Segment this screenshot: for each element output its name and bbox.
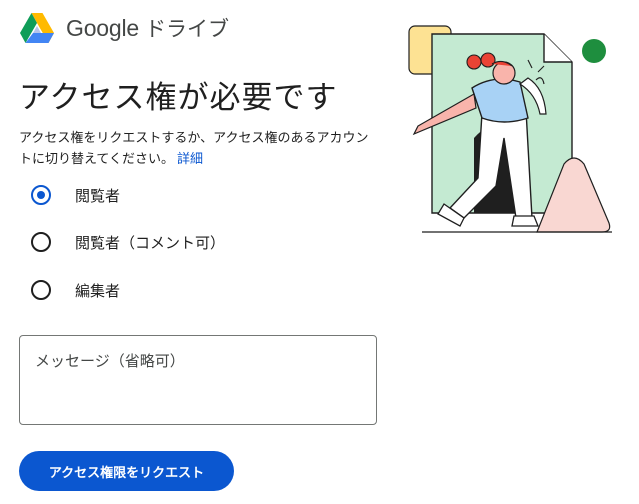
role-option-editor[interactable]: 編集者: [31, 277, 120, 303]
radio-commenter[interactable]: [31, 232, 51, 252]
role-option-commenter[interactable]: 閲覧者（コメント可）: [31, 229, 225, 255]
role-label-commenter: 閲覧者（コメント可）: [75, 233, 226, 252]
details-link[interactable]: 詳細: [177, 152, 203, 167]
page-description: アクセス権をリクエストするか、アクセス権のあるアカウントに切り替えてください。詳…: [19, 128, 379, 170]
access-request-page: Google ドライブ アクセス権が必要です アクセス権をリクエストするか、アク…: [0, 0, 639, 504]
message-input[interactable]: [19, 335, 377, 425]
radio-editor[interactable]: [31, 280, 51, 300]
google-drive-logo-icon: [20, 13, 54, 43]
brand-google-text: Google: [66, 14, 139, 41]
role-label-editor: 編集者: [75, 281, 121, 300]
role-option-viewer[interactable]: 閲覧者: [31, 182, 120, 208]
role-label-viewer: 閲覧者: [75, 186, 121, 205]
request-access-button[interactable]: アクセス権限をリクエスト: [19, 451, 234, 491]
brand-product-text: ドライブ: [144, 17, 229, 41]
person-stepping-through-document-illustration-icon: [408, 25, 612, 233]
radio-viewer[interactable]: [31, 185, 51, 205]
brand-header: Google ドライブ: [20, 12, 229, 44]
page-title: アクセス権が必要です: [19, 80, 338, 116]
